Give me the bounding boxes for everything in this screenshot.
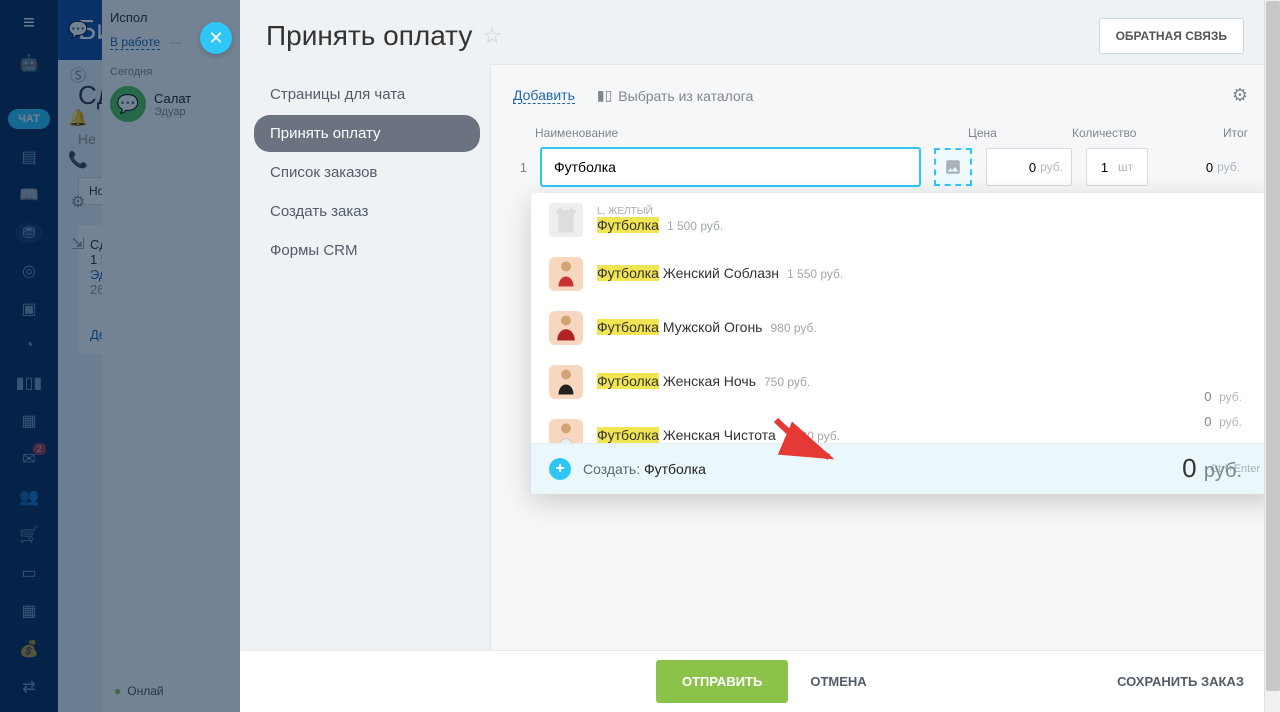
book-icon: ▮▯ bbox=[597, 87, 612, 104]
product-price: 1 500 руб. bbox=[667, 219, 723, 233]
image-upload-button[interactable] bbox=[934, 148, 972, 186]
modal-title: Принять оплату ☆ bbox=[266, 20, 502, 52]
product-price: 980 руб. bbox=[770, 321, 816, 335]
col-name: Наименование bbox=[535, 126, 894, 140]
favorite-star-icon[interactable]: ☆ bbox=[482, 23, 502, 49]
add-link[interactable]: Добавить bbox=[513, 87, 575, 104]
totals-block: 0 руб. 0 руб. 0 руб. bbox=[1182, 385, 1242, 494]
product-thumb-icon bbox=[549, 203, 583, 237]
product-name: Футболка bbox=[597, 217, 659, 233]
dropdown-item[interactable]: Футболка Женский Соблазн 1 550 руб. bbox=[531, 247, 1270, 301]
product-thumb-icon bbox=[549, 419, 583, 443]
product-price: 3 230 руб. bbox=[784, 429, 840, 443]
close-button[interactable]: ✕ bbox=[200, 22, 232, 54]
product-row: 1 0руб. 1шт 0руб. bbox=[513, 148, 1248, 186]
product-price: 1 550 руб. bbox=[787, 267, 843, 281]
feedback-button[interactable]: ОБРАТНАЯ СВЯЗЬ bbox=[1099, 18, 1244, 54]
product-price: 750 руб. bbox=[764, 375, 810, 389]
cancel-button[interactable]: ОТМЕНА bbox=[810, 674, 866, 689]
settings-gear-icon[interactable]: ⚙ bbox=[1232, 85, 1248, 106]
dropdown-item[interactable]: Футболка Мужской Огонь 980 руб. bbox=[531, 301, 1270, 355]
price-input[interactable]: 0руб. bbox=[986, 148, 1072, 186]
product-name: Футболка Женская Чистота bbox=[597, 427, 776, 443]
plus-icon: + bbox=[549, 458, 571, 480]
product-name: Футболка Мужской Огонь bbox=[597, 319, 762, 335]
image-icon bbox=[944, 158, 962, 176]
product-variant: L, ЖЕЛТЫЙ bbox=[597, 206, 1260, 217]
create-value: Футболка bbox=[644, 461, 706, 477]
row-total: 0руб. bbox=[1162, 148, 1248, 186]
qty-input[interactable]: 1шт bbox=[1086, 148, 1148, 186]
catalog-link[interactable]: ▮▯ Выбрать из каталога bbox=[597, 87, 753, 104]
create-label: Создать: bbox=[583, 461, 640, 477]
nav-accept-payment[interactable]: Принять оплату bbox=[254, 115, 480, 152]
product-thumb-icon bbox=[549, 311, 583, 345]
save-order-button[interactable]: СОХРАНИТЬ ЗАКАЗ bbox=[1117, 674, 1244, 689]
modal-nav: Страницы для чата Принять оплату Список … bbox=[240, 64, 490, 650]
dropdown-item[interactable]: L, ЖЕЛТЫЙФутболка 1 500 руб. bbox=[531, 193, 1270, 247]
nav-chat-pages[interactable]: Страницы для чата bbox=[254, 76, 480, 113]
product-thumb-icon bbox=[549, 257, 583, 291]
row-number: 1 bbox=[513, 160, 527, 175]
col-total: Итог bbox=[1162, 126, 1248, 140]
modal-main: Добавить ▮▯ Выбрать из каталога ⚙ Наимен… bbox=[490, 64, 1270, 650]
grid-header: Наименование Цена Количество Итог bbox=[513, 126, 1248, 140]
col-price: Цена bbox=[968, 126, 1054, 140]
dropdown-item[interactable]: Футболка Женская Чистота 3 230 руб. bbox=[531, 409, 1270, 443]
nav-crm-forms[interactable]: Формы CRM bbox=[254, 232, 480, 269]
modal-footer: ОТПРАВИТЬ ОТМЕНА СОХРАНИТЬ ЗАКАЗ bbox=[240, 650, 1270, 712]
product-dropdown: L, ЖЕЛТЫЙФутболка1 500 руб.Футболка Женс… bbox=[531, 193, 1270, 494]
send-button[interactable]: ОТПРАВИТЬ bbox=[656, 660, 788, 703]
nav-order-list[interactable]: Список заказов bbox=[254, 154, 480, 191]
create-product-row[interactable]: + Создать: Футболка Ctrl+Enter bbox=[531, 443, 1270, 494]
product-name: Футболка Женская Ночь bbox=[597, 373, 756, 389]
page-scrollbar[interactable] bbox=[1264, 0, 1280, 712]
dropdown-item[interactable]: Футболка Женская Ночь 750 руб. bbox=[531, 355, 1270, 409]
product-thumb-icon bbox=[549, 365, 583, 399]
product-name-input[interactable] bbox=[541, 148, 920, 186]
payment-modal: Принять оплату ☆ ОБРАТНАЯ СВЯЗЬ Страницы… bbox=[240, 0, 1270, 712]
col-qty: Количество bbox=[1072, 126, 1144, 140]
product-name: Футболка Женский Соблазн bbox=[597, 265, 779, 281]
nav-create-order[interactable]: Создать заказ bbox=[254, 193, 480, 230]
